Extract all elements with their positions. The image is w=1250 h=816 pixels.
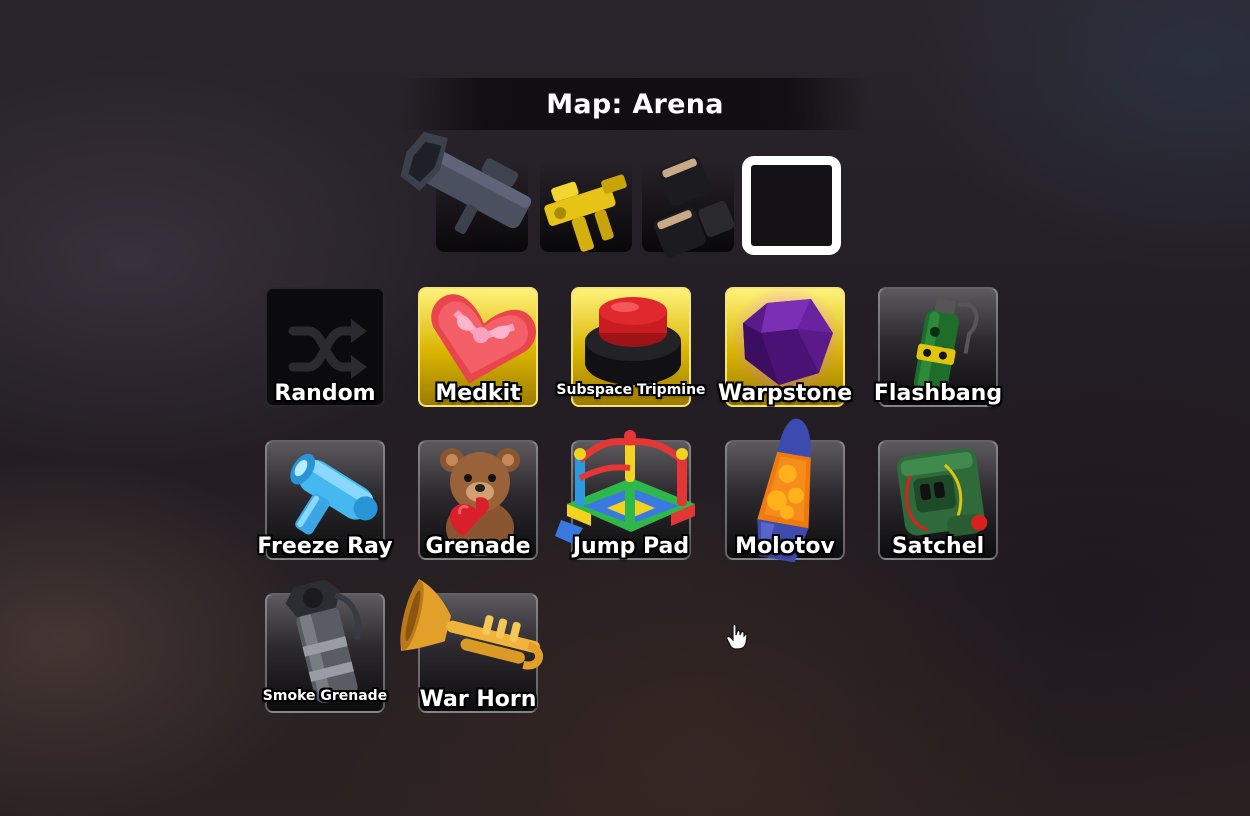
item-freeze-ray[interactable]: Freeze Ray <box>257 440 393 560</box>
item-molotov[interactable]: Molotov <box>725 418 845 563</box>
item-war-horn[interactable]: War Horn <box>400 579 543 713</box>
item-smoke-grenade[interactable]: Smoke Grenade <box>263 579 387 713</box>
dark-blocks-icon <box>653 156 735 258</box>
item-grenade[interactable]: Grenade <box>418 440 538 560</box>
item-satchel[interactable]: Satchel <box>878 440 998 560</box>
loadout-slot-1[interactable] <box>400 132 532 252</box>
item-flashbang[interactable]: Flashbang <box>874 287 1002 407</box>
bounce-house-icon <box>555 430 695 544</box>
gold-gun-icon <box>544 174 627 252</box>
item-label: Satchel <box>891 534 985 559</box>
hand-cursor-icon <box>726 624 748 650</box>
item-jump-pad[interactable]: Jump Pad <box>555 430 695 560</box>
item-warpstone[interactable]: Warpstone <box>718 285 852 407</box>
map-title-bar: Map: Arena <box>400 78 870 130</box>
rocket-launcher-icon <box>400 132 532 234</box>
map-title: Map: Arena <box>546 88 724 120</box>
item-label: War Horn <box>419 687 537 712</box>
item-label: Flashbang <box>873 381 1003 406</box>
empty-slot[interactable] <box>742 156 841 255</box>
loadout-slot-2[interactable] <box>540 160 632 252</box>
loadout-slot-3[interactable] <box>642 156 735 258</box>
item-random[interactable]: Random <box>265 287 385 407</box>
item-medkit[interactable]: Medkit <box>418 287 538 407</box>
item-subspace-tripmine[interactable]: Subspace Tripmine <box>556 287 706 407</box>
